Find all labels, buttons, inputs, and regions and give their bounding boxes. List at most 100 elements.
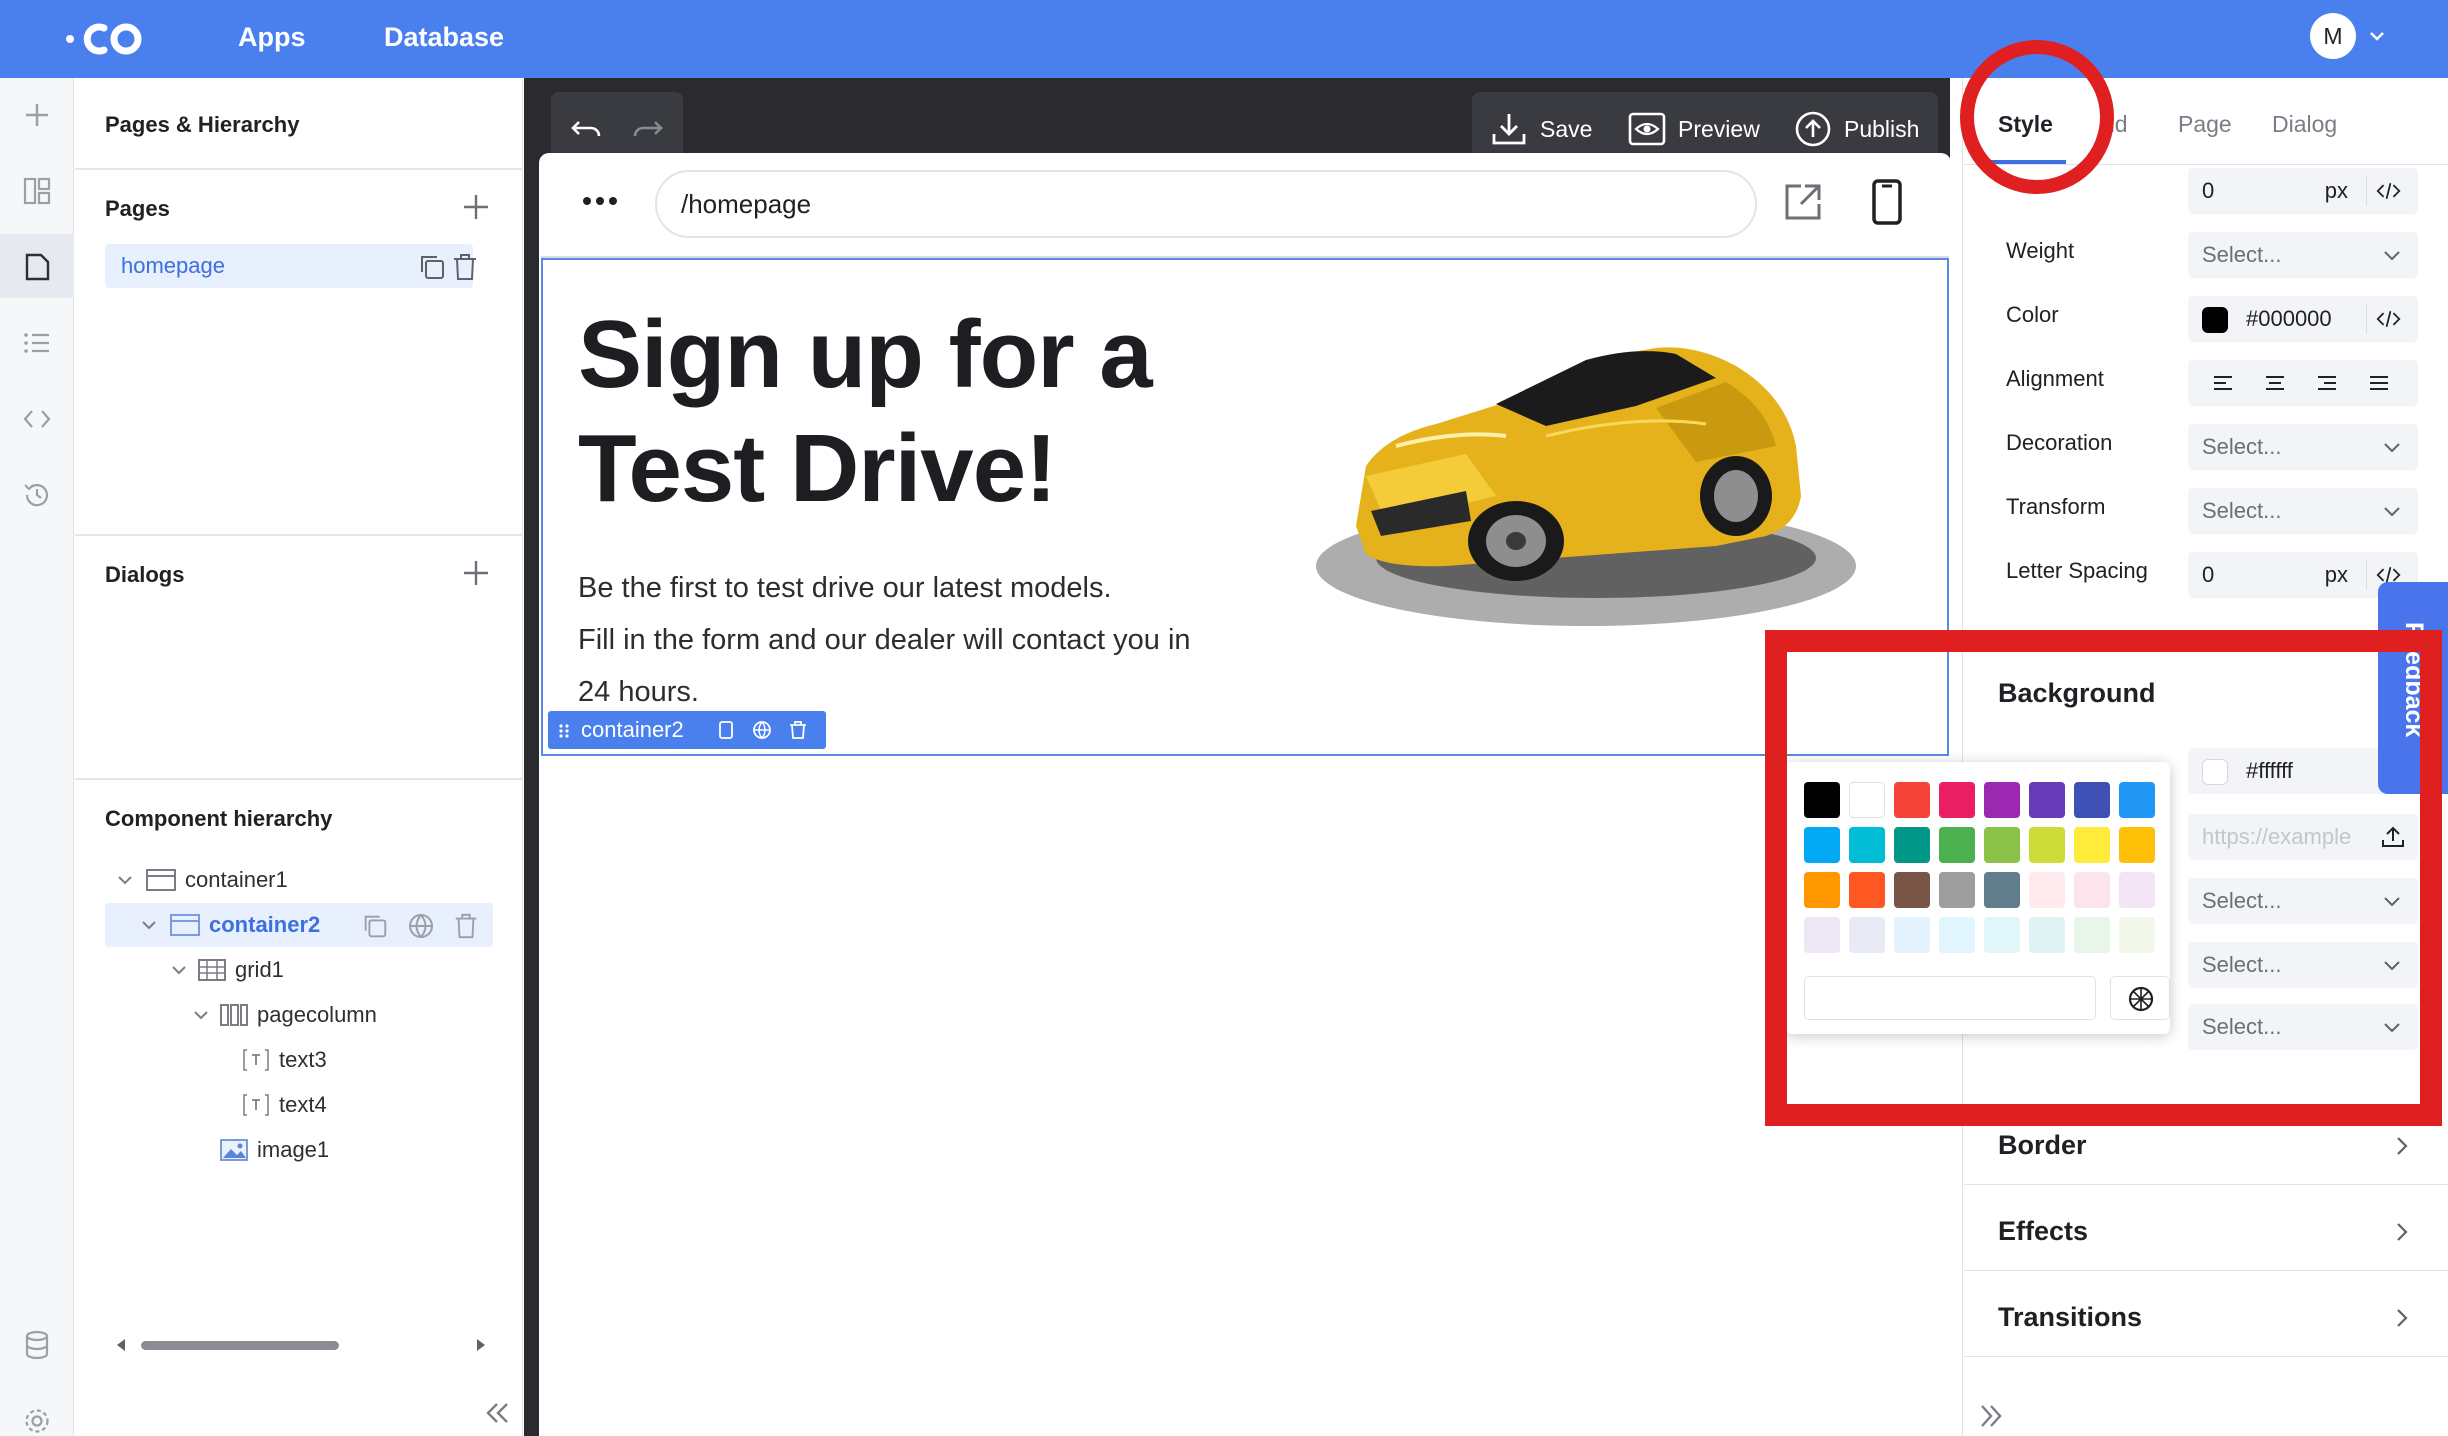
decoration-select[interactable]: Select... <box>2188 424 2418 470</box>
size-unit: px <box>2324 178 2348 203</box>
transform-value: Select... <box>2202 498 2282 523</box>
color-field[interactable]: #000000 <box>2188 296 2418 342</box>
chevron-right-icon[interactable] <box>2392 1220 2412 1244</box>
more-icon[interactable] <box>580 186 620 216</box>
letter-spacing-label: Letter Spacing <box>2006 558 2148 583</box>
grid-icon <box>198 959 226 981</box>
border-section[interactable]: Border <box>1998 1130 2087 1161</box>
chevron-down-icon[interactable] <box>2365 24 2389 48</box>
transform-select[interactable]: Select... <box>2188 488 2418 534</box>
tree-item-container2[interactable]: container2 <box>105 903 493 947</box>
horizontal-scrollbar[interactable] <box>115 1336 487 1354</box>
url-input[interactable]: /homepage <box>655 170 1757 238</box>
external-link-icon[interactable] <box>1783 182 1823 222</box>
nav-database[interactable]: Database <box>384 0 504 78</box>
divider <box>1964 1356 2448 1357</box>
avatar[interactable]: M <box>2310 13 2356 59</box>
tree-item-label: text3 <box>279 1047 327 1072</box>
app-logo-icon[interactable] <box>64 14 154 64</box>
body-line: Be the first to test drive our latest mo… <box>578 572 1112 604</box>
alignment-label: Alignment <box>2006 366 2104 391</box>
delete-icon[interactable] <box>788 720 808 740</box>
mobile-view-icon[interactable] <box>1870 178 1904 226</box>
duplicate-icon[interactable] <box>716 720 736 740</box>
divider <box>75 778 523 780</box>
drag-handle-icon[interactable] <box>557 723 571 739</box>
tree-item-label: pagecolumn <box>257 1002 377 1027</box>
delete-icon[interactable] <box>453 912 479 940</box>
pages-heading: Pages <box>105 196 170 221</box>
undo-icon[interactable] <box>569 114 603 144</box>
database-button[interactable] <box>0 1312 74 1376</box>
settings-button[interactable] <box>0 1388 74 1436</box>
history-icon <box>24 484 49 507</box>
globe-icon[interactable] <box>752 720 772 740</box>
chevron-right-icon[interactable] <box>2392 1134 2412 1158</box>
chevron-down-icon[interactable] <box>139 915 159 935</box>
color-swatch[interactable] <box>2202 307 2228 333</box>
tree-item-grid1[interactable]: grid1 <box>105 948 493 992</box>
collapse-panel-icon[interactable] <box>479 1398 515 1428</box>
add-dialog-icon[interactable] <box>461 558 491 588</box>
chevron-right-icon[interactable] <box>2392 1306 2412 1330</box>
gear-icon <box>25 1409 49 1433</box>
align-left-icon[interactable] <box>2212 373 2234 393</box>
tree-item-text4[interactable]: text4 <box>105 1083 493 1127</box>
add-component-button[interactable] <box>0 82 74 146</box>
expand-panel-icon[interactable] <box>1976 1402 2006 1430</box>
code-icon[interactable] <box>2366 304 2410 334</box>
list-icon <box>24 333 49 353</box>
text-icon <box>243 1049 269 1071</box>
duplicate-icon[interactable] <box>417 252 447 282</box>
weight-select[interactable]: Select... <box>2188 232 2418 278</box>
plus-icon <box>26 104 48 126</box>
annotation-circle <box>1960 40 2114 194</box>
code-icon[interactable] <box>2366 176 2410 206</box>
panel-title: Pages & Hierarchy <box>105 112 300 137</box>
code-button[interactable] <box>0 386 74 450</box>
container-tag[interactable]: container2 <box>548 711 826 749</box>
chevron-down-icon <box>2384 251 2400 261</box>
tree-item-pagecolumn[interactable]: pagecolumn <box>105 993 493 1037</box>
tree-item-text3[interactable]: text3 <box>105 1038 493 1082</box>
upload-circle-icon <box>1795 111 1831 147</box>
effects-section[interactable]: Effects <box>1998 1216 2088 1247</box>
decoration-value: Select... <box>2202 434 2282 459</box>
list-button[interactable] <box>0 310 74 374</box>
pages-button[interactable] <box>0 234 74 298</box>
download-icon <box>1492 114 1526 145</box>
chevron-down-icon[interactable] <box>115 870 135 890</box>
layout-button[interactable] <box>0 158 74 222</box>
align-justify-icon[interactable] <box>2368 373 2390 393</box>
tree-item-container1[interactable]: container1 <box>105 858 493 902</box>
globe-icon[interactable] <box>407 912 435 940</box>
hero-headline[interactable]: Sign up for a Test Drive! <box>578 298 1153 526</box>
add-page-icon[interactable] <box>461 192 491 222</box>
body-line: Fill in the form and our dealer will con… <box>578 624 1191 656</box>
chevron-down-icon[interactable] <box>169 960 189 980</box>
divider <box>75 168 523 170</box>
tree-item-image1[interactable]: image1 <box>105 1128 493 1172</box>
divider <box>75 534 523 536</box>
tab-dialog[interactable]: Dialog <box>2272 78 2337 170</box>
size-field[interactable]: 0 px <box>2188 168 2418 214</box>
tree-item-label: text4 <box>279 1092 327 1117</box>
page-item-homepage[interactable]: homepage <box>105 244 476 288</box>
nav-apps[interactable]: Apps <box>238 0 306 78</box>
chevron-down-icon[interactable] <box>191 1005 211 1025</box>
redo-icon[interactable] <box>631 114 665 144</box>
transitions-section[interactable]: Transitions <box>1998 1302 2142 1333</box>
history-button[interactable] <box>0 462 74 526</box>
pages-panel: Pages & Hierarchy Pages homepage Dialogs… <box>75 78 523 1436</box>
letter-spacing-unit: px <box>2324 562 2348 587</box>
size-value: 0 <box>2202 178 2215 203</box>
hero-body[interactable]: Be the first to test drive our latest mo… <box>578 562 1191 718</box>
tab-page[interactable]: Page <box>2178 78 2232 170</box>
delete-icon[interactable] <box>451 252 479 282</box>
align-right-icon[interactable] <box>2316 373 2338 393</box>
container-icon <box>146 869 176 891</box>
yellow-sports-car-image[interactable] <box>1296 296 1856 668</box>
duplicate-icon[interactable] <box>361 912 389 940</box>
align-center-icon[interactable] <box>2264 373 2286 393</box>
layout-icon <box>23 177 51 205</box>
